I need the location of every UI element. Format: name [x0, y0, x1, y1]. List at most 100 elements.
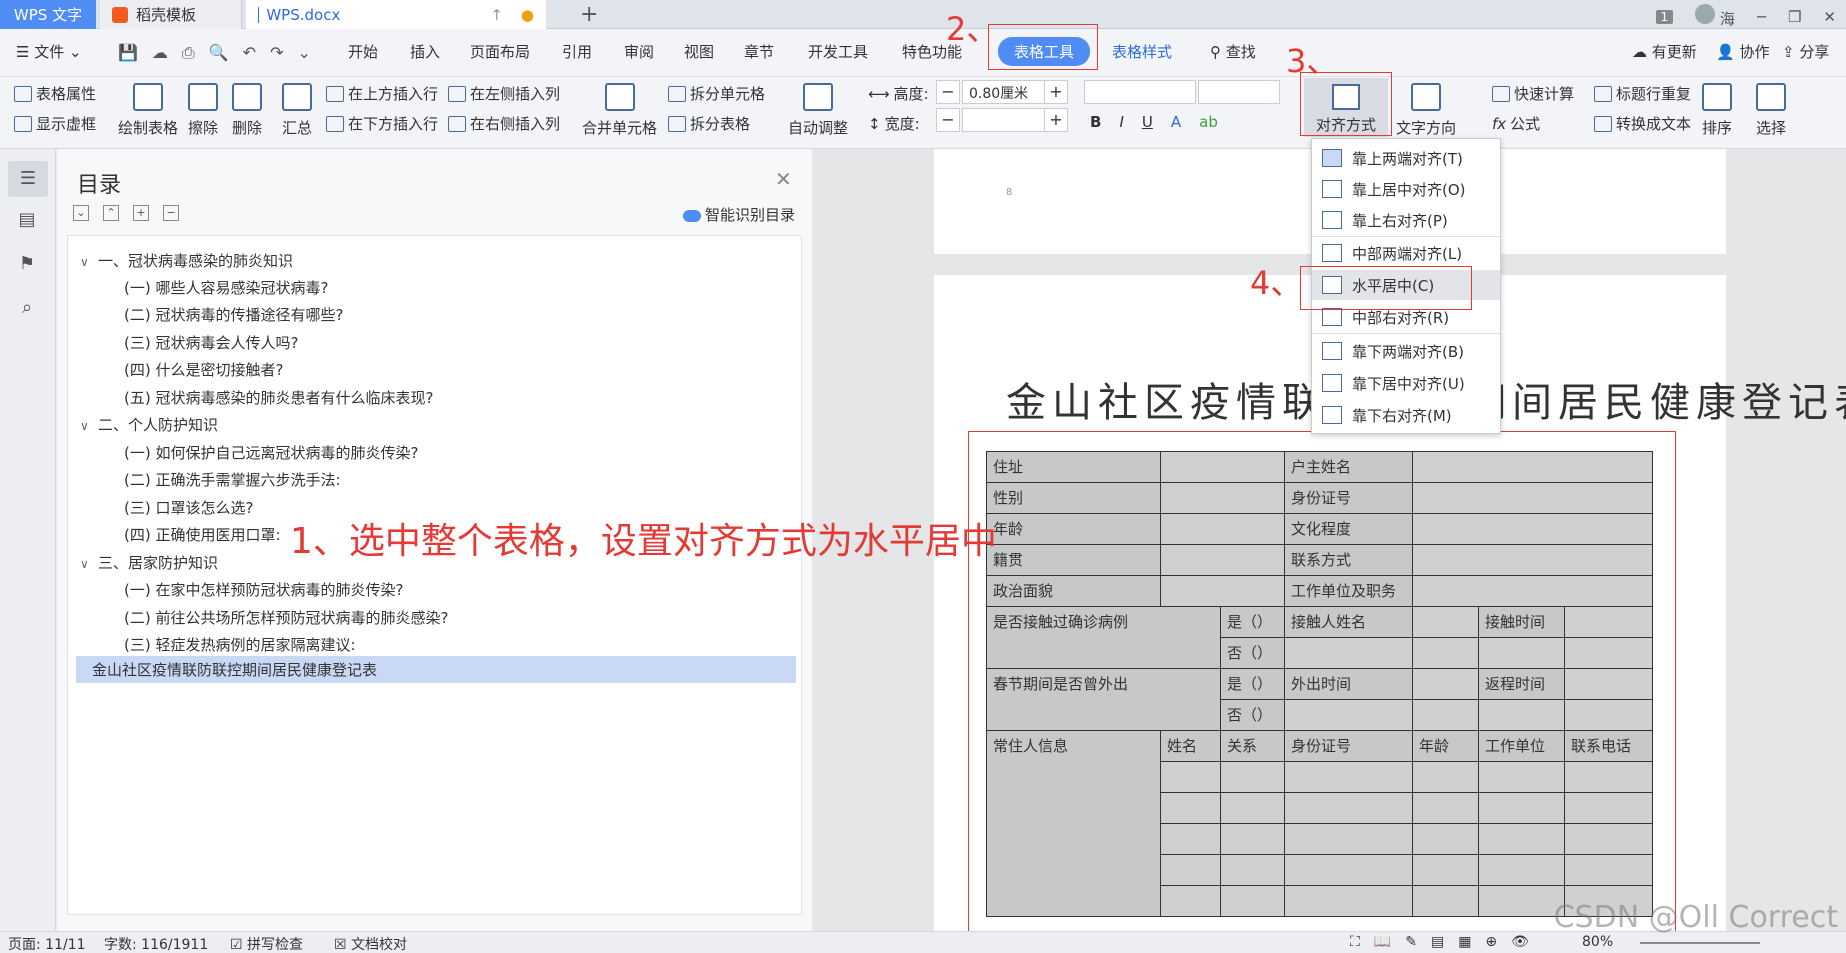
width-input[interactable]	[962, 108, 1054, 132]
chevron-down-icon[interactable]: ∨	[80, 557, 92, 571]
title-repeat-button[interactable]: 标题行重复	[1594, 83, 1691, 104]
view-mode-icons[interactable]: ⛶📖✎▤▦⊕👁	[1350, 934, 1543, 950]
zoom-level[interactable]: 80%	[1582, 934, 1613, 950]
maximize-icon[interactable]: ❐	[1788, 8, 1801, 26]
share-button[interactable]: ⇪ 分享	[1782, 41, 1829, 62]
table-cell[interactable]: 性别	[986, 482, 1161, 514]
table-cell[interactable]: 住址	[986, 451, 1161, 483]
toc-item[interactable]: ∨ 三、居家防护知识	[80, 552, 218, 573]
table-cell[interactable]	[1564, 761, 1653, 793]
table-cell[interactable]	[1564, 699, 1653, 731]
registration-table[interactable]: 住址 户主姓名 性别 身份证号 年龄 文化程度 籍贯 联系方式 政治面貌 工作单位及职务 …	[986, 451, 1653, 917]
table-cell[interactable]: 年龄	[1412, 730, 1479, 762]
table-cell[interactable]	[1412, 885, 1479, 917]
tab-wps-app[interactable]: WPS 文字	[0, 0, 96, 29]
undo-icon[interactable]: ↶	[243, 43, 256, 63]
table-cell[interactable]	[1160, 482, 1285, 514]
table-cell[interactable]	[1160, 544, 1285, 576]
toc-item[interactable]: (四) 正确使用医用口罩:	[124, 524, 281, 545]
table-cell[interactable]: 工作单位及职务	[1284, 575, 1413, 607]
close-icon[interactable]: ✕	[1823, 8, 1836, 26]
collab-button[interactable]: 👤 协作	[1716, 41, 1769, 62]
table-cell[interactable]	[1564, 792, 1653, 824]
new-tab-button[interactable]: +	[568, 0, 610, 29]
italic-icon[interactable]: I	[1119, 113, 1123, 131]
font-name-select[interactable]	[1084, 80, 1196, 104]
toc-item[interactable]: (一) 如何保护自己远离冠状病毒的肺炎传染?	[124, 442, 418, 463]
table-cell[interactable]	[1412, 854, 1479, 886]
align-top-right[interactable]: 靠上右对齐(P)	[1312, 205, 1500, 235]
table-cell[interactable]	[1284, 854, 1413, 886]
toc-item[interactable]: (二) 前往公共场所怎样预防冠状病毒的肺炎感染?	[124, 607, 448, 628]
table-props-button[interactable]: 表格属性	[14, 83, 96, 104]
toc-item[interactable]: (三) 轻症发热病例的居家隔离建议:	[124, 634, 356, 655]
toc-item[interactable]: (三) 口罩该怎么选?	[124, 497, 253, 518]
table-cell[interactable]	[1564, 823, 1653, 855]
close-icon[interactable]: ✕	[775, 167, 792, 191]
highlight-icon[interactable]: ab	[1199, 113, 1218, 131]
text-direction-button[interactable]: 文字方向	[1396, 83, 1456, 138]
table-cell[interactable]	[1478, 854, 1565, 886]
table-cell[interactable]: 是（）	[1220, 668, 1285, 700]
draw-table-button[interactable]: 绘制表格	[118, 83, 178, 138]
align-top-justify[interactable]: 靠上两端对齐(T)	[1312, 143, 1500, 173]
table-cell[interactable]: 外出时间	[1284, 668, 1413, 700]
table-cell[interactable]	[1412, 451, 1653, 483]
table-cell[interactable]	[1564, 668, 1653, 700]
menu-reference[interactable]: 引用	[562, 41, 592, 62]
table-cell[interactable]	[1412, 823, 1479, 855]
table-cell[interactable]	[1412, 637, 1479, 669]
table-cell[interactable]: 是（）	[1220, 606, 1285, 638]
table-cell[interactable]	[1564, 637, 1653, 669]
toc-item[interactable]: (二) 正确洗手需掌握六步洗手法:	[124, 469, 341, 490]
table-cell[interactable]	[1564, 854, 1653, 886]
table-cell[interactable]	[1564, 606, 1653, 638]
table-cell[interactable]: 联系电话	[1564, 730, 1653, 762]
table-cell[interactable]: 接触人姓名	[1284, 606, 1413, 638]
pages-icon[interactable]: ▤	[14, 209, 40, 233]
collapse-all-icon[interactable]: ⌄	[73, 205, 89, 221]
proofread-button[interactable]: ☒ 文档校对	[334, 934, 407, 953]
upload-icon[interactable]: ↑	[490, 6, 503, 24]
table-cell[interactable]: 常住人信息	[986, 730, 1161, 917]
menu-insert[interactable]: 插入	[410, 41, 440, 62]
zoom-slider[interactable]	[1640, 942, 1760, 944]
minimize-icon[interactable]: ─	[1757, 8, 1766, 26]
menu-developer[interactable]: 开发工具	[808, 41, 868, 62]
table-cell[interactable]	[1220, 854, 1285, 886]
sort-button[interactable]: 排序	[1702, 83, 1732, 138]
table-cell[interactable]	[1412, 575, 1653, 607]
table-cell[interactable]	[1284, 699, 1413, 731]
height-input[interactable]: 0.80厘米	[962, 80, 1054, 104]
font-color-icon[interactable]: A	[1171, 113, 1181, 131]
width-decrease-button[interactable]: −	[936, 108, 960, 132]
toc-item[interactable]: ∨ 二、个人防护知识	[80, 414, 218, 435]
bookmark-icon[interactable]: ⚑	[14, 253, 40, 277]
table-cell[interactable]	[1412, 513, 1653, 545]
table-cell[interactable]	[1478, 699, 1565, 731]
table-cell[interactable]: 户主姓名	[1284, 451, 1413, 483]
table-cell[interactable]	[1220, 792, 1285, 824]
toc-item[interactable]: (二) 冠状病毒的传播途径有哪些?	[124, 304, 343, 325]
print-preview-icon[interactable]: 🔍	[209, 43, 229, 63]
table-cell[interactable]	[1478, 761, 1565, 793]
cloud-icon[interactable]: ☁	[152, 43, 168, 63]
chevron-down-icon[interactable]: ∨	[80, 419, 92, 433]
smart-toc-button[interactable]: 智能识别目录	[683, 204, 795, 225]
toc-item[interactable]: (三) 冠状病毒会人传人吗?	[124, 332, 298, 353]
menu-layout[interactable]: 页面布局	[470, 41, 530, 62]
table-cell[interactable]: 工作单位	[1478, 730, 1565, 762]
table-cell[interactable]: 否（）	[1220, 637, 1285, 669]
tab-table-style[interactable]: 表格样式	[1112, 41, 1172, 62]
table-cell[interactable]	[1160, 854, 1221, 886]
toc-list-icon[interactable]: ☰	[8, 161, 48, 197]
file-menu[interactable]: ☰ 文件 ⌄	[16, 41, 82, 62]
table-cell[interactable]: 否（）	[1220, 699, 1285, 731]
table-cell[interactable]	[1478, 637, 1565, 669]
height-increase-button[interactable]: +	[1044, 80, 1068, 104]
formula-button[interactable]: fx 公式	[1492, 113, 1540, 134]
table-cell[interactable]: 是否接触过确诊病例	[986, 606, 1221, 669]
table-cell[interactable]	[1284, 637, 1413, 669]
more-icon[interactable]: ⌄	[297, 43, 310, 63]
table-cell[interactable]: 姓名	[1160, 730, 1221, 762]
